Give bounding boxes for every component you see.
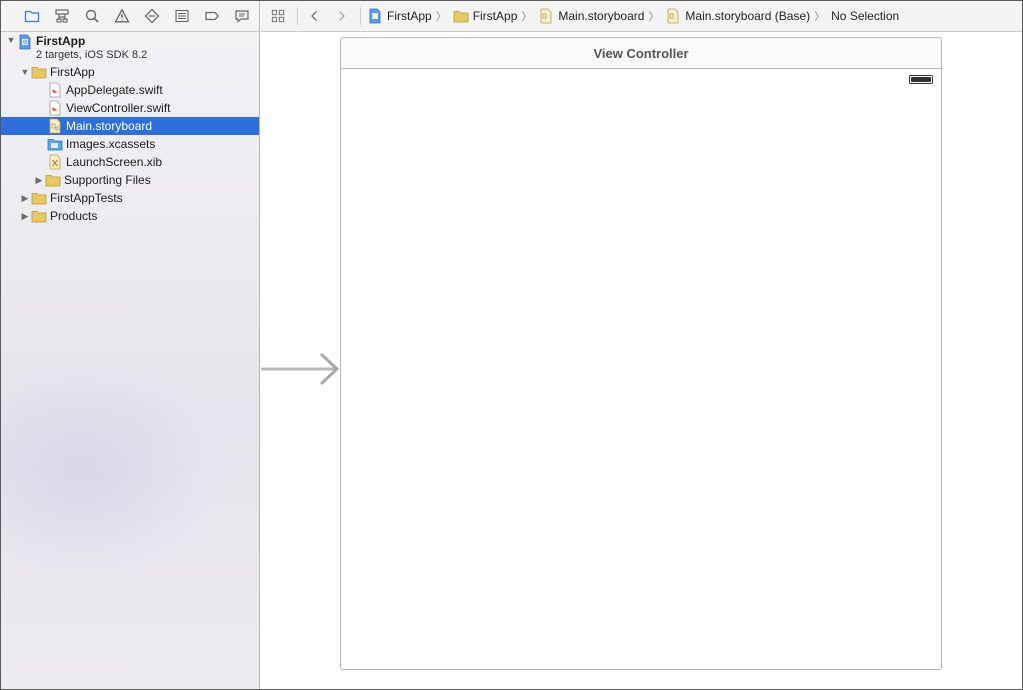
- hierarchy-icon[interactable]: [47, 1, 77, 32]
- xcode-window: ▼ FirstApp 2 targets, iOS SDK 8.2 ▼ Firs…: [0, 0, 1023, 690]
- breadcrumb-label: FirstApp: [472, 9, 518, 23]
- project-file-icon: [17, 34, 33, 50]
- list-item-label: LaunchScreen.xib: [66, 155, 163, 169]
- breadcrumb-project[interactable]: FirstApp: [367, 8, 432, 24]
- folder-icon: [31, 208, 47, 224]
- navigator-toolbar: [1, 1, 259, 32]
- list-item-label: Images.xcassets: [66, 137, 156, 151]
- breakpoint-icon[interactable]: [197, 1, 227, 32]
- separator: [297, 7, 298, 25]
- file-main-storyboard[interactable]: Main.storyboard: [1, 117, 259, 135]
- breadcrumb-chevron-icon: 〉: [814, 11, 826, 23]
- warning-icon[interactable]: [107, 1, 137, 32]
- swift-file-icon: [47, 100, 63, 116]
- disclosure-expanded-icon[interactable]: ▼: [5, 34, 17, 46]
- storyboard-file-icon: [665, 8, 681, 24]
- list-item-label: AppDelegate.swift: [66, 83, 163, 97]
- breadcrumb-label: No Selection: [831, 9, 900, 23]
- list-item-label: Main.storyboard: [66, 119, 153, 133]
- breadcrumb-chevron-icon: 〉: [435, 11, 447, 23]
- project-name: FirstApp: [36, 34, 86, 48]
- folder-icon: [31, 64, 47, 80]
- initial-view-controller-arrow-icon[interactable]: [261, 351, 341, 391]
- group-products[interactable]: ▶ Products: [1, 207, 259, 225]
- list-icon[interactable]: [167, 1, 197, 32]
- folder-icon: [45, 172, 61, 188]
- breadcrumb-selection[interactable]: No Selection: [831, 9, 899, 23]
- breadcrumb-label: Main.storyboard (Base): [685, 9, 811, 23]
- breadcrumb-file[interactable]: Main.storyboard: [538, 8, 644, 24]
- project-subtitle: 2 targets, iOS SDK 8.2: [36, 49, 148, 61]
- list-item-label: FirstAppTests: [50, 191, 123, 205]
- file-appdelegate[interactable]: AppDelegate.swift: [1, 81, 259, 99]
- file-launchscreen[interactable]: LaunchScreen.xib: [1, 153, 259, 171]
- folder-icon: [31, 190, 47, 206]
- chat-icon[interactable]: [227, 1, 257, 32]
- list-item-label: FirstApp: [50, 65, 95, 79]
- storyboard-file-icon: [538, 8, 554, 24]
- back-chevron-icon[interactable]: [304, 5, 326, 27]
- disclosure-collapsed-icon[interactable]: ▶: [33, 174, 45, 186]
- folder-icon[interactable]: [17, 1, 47, 32]
- jump-bar: FirstApp 〉 FirstApp 〉 Main.storyboard 〉 …: [261, 1, 1022, 32]
- view-controller-scene[interactable]: View Controller: [340, 37, 942, 670]
- breadcrumb-group[interactable]: FirstApp: [453, 8, 518, 24]
- file-tree: ▼ FirstApp 2 targets, iOS SDK 8.2 ▼ Firs…: [1, 33, 259, 225]
- related-items-icon[interactable]: [267, 5, 289, 27]
- file-images-xcassets[interactable]: Images.xcassets: [1, 135, 259, 153]
- battery-icon: [909, 75, 933, 84]
- breadcrumb-label: FirstApp: [387, 9, 432, 23]
- separator: [360, 7, 361, 25]
- list-item-label: Supporting Files: [64, 173, 151, 187]
- search-icon[interactable]: [77, 1, 107, 32]
- xib-file-icon: [47, 154, 63, 170]
- storyboard-file-icon: [47, 118, 63, 134]
- forward-chevron-icon[interactable]: [330, 5, 352, 27]
- scene-title[interactable]: View Controller: [341, 38, 941, 69]
- test-diamond-icon[interactable]: [137, 1, 167, 32]
- project-row[interactable]: ▼ FirstApp 2 targets, iOS SDK 8.2: [1, 33, 259, 63]
- disclosure-collapsed-icon[interactable]: ▶: [19, 210, 31, 222]
- breadcrumb-localization[interactable]: Main.storyboard (Base): [665, 8, 810, 24]
- list-item-label: Products: [50, 209, 98, 223]
- group-firstapp[interactable]: ▼ FirstApp: [1, 63, 259, 81]
- file-viewcontroller[interactable]: ViewController.swift: [1, 99, 259, 117]
- project-navigator: ▼ FirstApp 2 targets, iOS SDK 8.2 ▼ Firs…: [1, 1, 260, 689]
- project-file-icon: [367, 8, 383, 24]
- group-firstapptests[interactable]: ▶ FirstAppTests: [1, 189, 259, 207]
- disclosure-expanded-icon[interactable]: ▼: [19, 66, 31, 78]
- group-supporting-files[interactable]: ▶ Supporting Files: [1, 171, 259, 189]
- breadcrumb-chevron-icon: 〉: [521, 11, 533, 23]
- folder-icon: [453, 8, 469, 24]
- disclosure-collapsed-icon[interactable]: ▶: [19, 192, 31, 204]
- breadcrumb-label: Main.storyboard: [558, 9, 645, 23]
- breadcrumb-chevron-icon: 〉: [648, 11, 660, 23]
- assets-folder-icon: [47, 136, 63, 152]
- list-item-label: ViewController.swift: [66, 101, 171, 115]
- storyboard-canvas[interactable]: View Controller: [261, 33, 1022, 689]
- swift-file-icon: [47, 82, 63, 98]
